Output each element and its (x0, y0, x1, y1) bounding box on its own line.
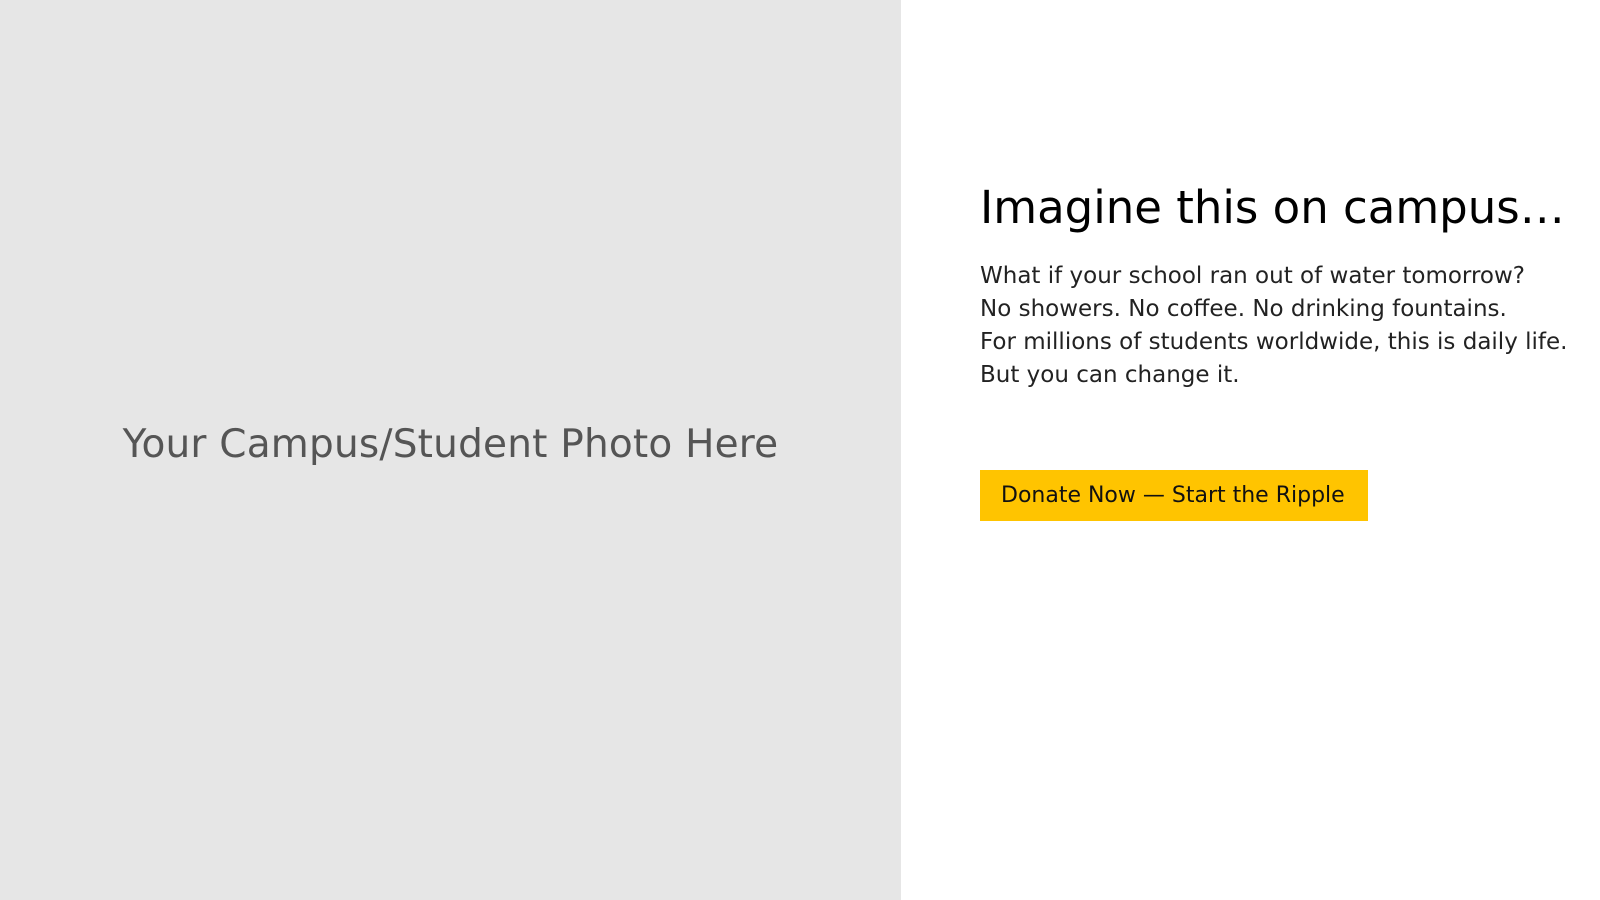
body-line-consequences: No showers. No coffee. No drinking fount… (980, 296, 1507, 322)
body-line-reality: For millions of students worldwide, this… (980, 329, 1568, 355)
body-copy: What if your school ran out of water tom… (980, 260, 1567, 392)
donate-now-button[interactable]: Donate Now — Start the Ripple (980, 470, 1368, 521)
headline: Imagine this on campus… (980, 181, 1565, 234)
body-line-question: What if your school ran out of water tom… (980, 263, 1526, 289)
photo-placeholder-label: Your Campus/Student Photo Here (122, 421, 779, 467)
campus-photo-placeholder: Your Campus/Student Photo Here (0, 0, 901, 900)
appeal-content-panel: Imagine this on campus… What if your sch… (901, 0, 1600, 900)
body-line-call: But you can change it. (980, 362, 1240, 388)
